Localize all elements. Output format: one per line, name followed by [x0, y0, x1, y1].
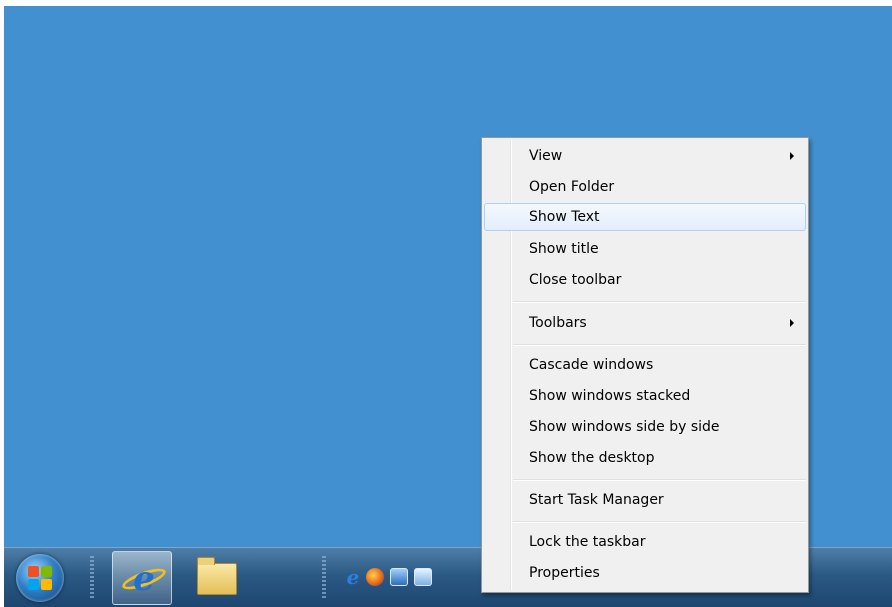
menu-item-label: Toolbars — [529, 315, 587, 331]
taskbar-context-menu: View Open Folder Show Text Show title Cl… — [481, 137, 809, 593]
menu-item-view[interactable]: View — [484, 142, 806, 170]
menu-item-label: Properties — [529, 565, 600, 581]
taskbar-button-explorer[interactable] — [186, 551, 246, 605]
submenu-arrow-icon — [790, 319, 794, 327]
taskbar-grip[interactable] — [90, 556, 94, 600]
menu-item-label: Cascade windows — [529, 357, 654, 373]
desktop-icon[interactable] — [390, 568, 408, 586]
folder-icon — [197, 557, 237, 595]
menu-item-label: View — [529, 148, 563, 164]
firefox-icon[interactable] — [366, 568, 384, 586]
menu-separator — [513, 301, 806, 303]
taskbar-button-internet-explorer[interactable]: e — [112, 551, 172, 605]
menu-item-properties[interactable]: Properties — [484, 559, 806, 587]
internet-explorer-icon: e — [133, 559, 155, 599]
menu-item-label: Close toolbar — [529, 272, 622, 288]
menu-item-cascade-windows[interactable]: Cascade windows — [484, 351, 806, 379]
menu-item-lock-taskbar[interactable]: Lock the taskbar — [484, 528, 806, 556]
start-button[interactable] — [16, 554, 64, 602]
switch-windows-icon[interactable] — [414, 568, 432, 586]
menu-item-label: Start Task Manager — [529, 492, 664, 508]
menu-item-label: Show the desktop — [529, 450, 655, 466]
menu-item-close-toolbar[interactable]: Close toolbar — [484, 266, 806, 294]
menu-item-show-windows-stacked[interactable]: Show windows stacked — [484, 382, 806, 410]
menu-item-label: Show Text — [529, 209, 600, 225]
menu-item-label: Open Folder — [529, 179, 615, 195]
menu-item-open-folder[interactable]: Open Folder — [484, 173, 806, 201]
menu-item-label: Show title — [529, 241, 599, 257]
menu-item-toolbars[interactable]: Toolbars — [484, 309, 806, 337]
quick-launch-grip[interactable] — [322, 556, 326, 600]
windows-logo-icon — [28, 566, 52, 590]
submenu-arrow-icon — [790, 152, 794, 160]
menu-item-show-title[interactable]: Show title — [484, 235, 806, 263]
menu-item-show-windows-side-by-side[interactable]: Show windows side by side — [484, 413, 806, 441]
menu-item-label: Lock the taskbar — [529, 534, 646, 550]
menu-item-label: Show windows side by side — [529, 419, 720, 435]
menu-item-label: Show windows stacked — [529, 388, 691, 404]
menu-separator — [513, 344, 806, 346]
menu-item-start-task-manager[interactable]: Start Task Manager — [484, 486, 806, 514]
menu-item-show-text[interactable]: Show Text — [484, 203, 806, 231]
menu-item-show-desktop[interactable]: Show the desktop — [484, 444, 806, 472]
internet-explorer-icon[interactable]: e — [344, 567, 362, 587]
menu-separator — [513, 521, 806, 523]
menu-separator — [513, 479, 806, 481]
